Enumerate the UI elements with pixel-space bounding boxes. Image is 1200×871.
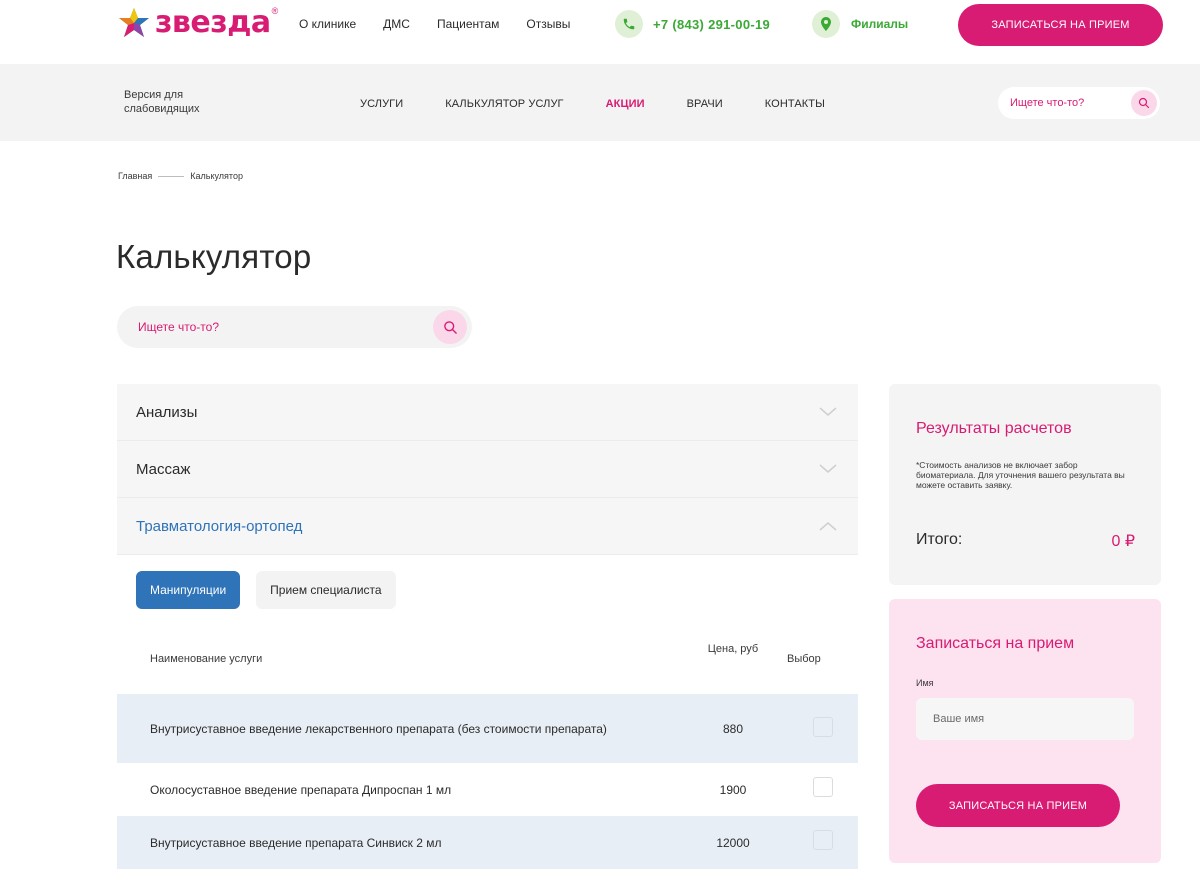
low-vision-link[interactable]: Версия для слабовидящих: [124, 88, 234, 116]
accordion-item-massage[interactable]: Массаж: [117, 441, 858, 498]
header-search: [998, 87, 1160, 119]
service-name: Внутрисуставное введение лекарственного …: [150, 721, 607, 736]
table-row: Внутрисуставное введение лекарственного …: [117, 694, 858, 763]
results-panel: Результаты расчетов *Стоимость анализов …: [889, 384, 1161, 585]
column-header-name: Наименование услуги: [150, 653, 263, 665]
header-search-button[interactable]: [1131, 90, 1157, 116]
tab-specialist-visit[interactable]: Прием специалиста: [256, 571, 396, 609]
phone-number: +7 (843) 291-00-19: [653, 16, 771, 32]
nav-calculator[interactable]: КАЛЬКУЛЯТОР УСЛУГ: [445, 98, 563, 110]
accordion-body-traumatology: Манипуляции Прием специалиста Наименован…: [117, 555, 858, 869]
service-subtabs: Манипуляции Прием специалиста: [117, 555, 858, 611]
nav-contacts[interactable]: КОНТАКТЫ: [765, 98, 825, 110]
header-appointment-button[interactable]: ЗАПИСАТЬСЯ НА ПРИЕМ: [958, 4, 1163, 46]
main-navbar: Версия для слабовидящих УСЛУГИ КАЛЬКУЛЯТ…: [0, 64, 1200, 141]
calculator-search-input[interactable]: [138, 320, 418, 334]
phone-link[interactable]: +7 (843) 291-00-19: [615, 10, 770, 38]
branches-label: Филиалы: [851, 17, 909, 31]
name-field[interactable]: [916, 698, 1134, 740]
service-price: 12000: [716, 835, 750, 850]
appointment-panel: Записаться на прием Имя ЗАПИСАТЬСЯ НА ПР…: [889, 599, 1161, 863]
breadcrumb-current: Калькулятор: [190, 171, 243, 181]
nav-services[interactable]: УСЛУГИ: [360, 98, 403, 110]
chevron-down-icon: [818, 463, 838, 475]
calculator-search-button[interactable]: [433, 310, 467, 344]
top-nav-dms[interactable]: ДМС: [383, 17, 410, 31]
branches-link[interactable]: Филиалы: [812, 10, 908, 38]
chevron-up-icon: [818, 520, 838, 532]
appointment-title: Записаться на прием: [916, 635, 1075, 652]
phone-icon: [615, 10, 643, 38]
top-nav-about[interactable]: О клинике: [299, 17, 356, 31]
tab-manipulations[interactable]: Манипуляции: [136, 571, 241, 609]
header-search-input[interactable]: [1010, 97, 1120, 109]
accordion-label: Анализы: [136, 403, 198, 421]
table-header: Наименование услуги Цена, руб Выбор: [117, 611, 858, 694]
results-note: *Стоимость анализов не включает забор би…: [916, 460, 1125, 490]
service-checkbox[interactable]: [813, 830, 833, 850]
top-nav: О клинике ДМС Пациентам Отзывы: [299, 17, 597, 31]
column-header-price: Цена, руб: [707, 643, 759, 655]
service-price: 880: [722, 721, 744, 736]
top-nav-reviews[interactable]: Отзывы: [526, 17, 570, 31]
logo-registered-mark: ®: [271, 6, 279, 16]
main-nav: УСЛУГИ КАЛЬКУЛЯТОР УСЛУГ АКЦИИ ВРАЧИ КОН…: [360, 98, 867, 110]
column-header-choice: Выбор: [787, 653, 821, 665]
service-checkbox[interactable]: [813, 777, 833, 797]
service-name: Внутрисуставное введение препарата Синви…: [150, 835, 442, 850]
services-accordion: Анализы Массаж Травматология-ортопед Ман…: [117, 384, 858, 869]
table-row: Внутрисуставное введение препарата Синви…: [117, 816, 858, 869]
breadcrumb: Главная Калькулятор: [118, 171, 243, 181]
service-name: Околосуставное введение препарата Дипрос…: [150, 782, 452, 797]
service-price: 1900: [719, 782, 747, 797]
logo-text: звезда: [155, 5, 271, 40]
page-title: Калькулятор: [116, 238, 312, 275]
chevron-down-icon: [818, 406, 838, 418]
search-icon: [443, 320, 457, 334]
calculator-search: [117, 306, 472, 348]
logo[interactable]: звезда ®: [117, 6, 278, 40]
appointment-submit-button[interactable]: ЗАПИСАТЬСЯ НА ПРИЕМ: [916, 784, 1120, 827]
total-value: 0 ₽: [1111, 533, 1135, 550]
nav-promotions[interactable]: АКЦИИ: [606, 98, 645, 110]
accordion-item-traumatology[interactable]: Травматология-ортопед: [117, 498, 858, 555]
accordion-label: Массаж: [136, 460, 191, 478]
name-field-label: Имя: [916, 678, 934, 688]
top-header: звезда ® О клинике ДМС Пациентам Отзывы …: [0, 0, 1200, 64]
table-row: Околосуставное введение препарата Дипрос…: [117, 763, 858, 816]
star-logo-icon: [119, 8, 149, 37]
results-title: Результаты расчетов: [916, 420, 1072, 437]
service-checkbox[interactable]: [813, 717, 833, 737]
location-pin-icon: [812, 10, 840, 38]
accordion-label: Травматология-ортопед: [136, 517, 303, 535]
nav-doctors[interactable]: ВРАЧИ: [687, 98, 723, 110]
search-icon: [1138, 97, 1150, 109]
breadcrumb-separator: [158, 175, 185, 177]
total-label: Итого:: [916, 531, 963, 548]
top-nav-patients[interactable]: Пациентам: [437, 17, 499, 31]
accordion-item-analyses[interactable]: Анализы: [117, 384, 858, 441]
breadcrumb-home[interactable]: Главная: [118, 171, 152, 181]
